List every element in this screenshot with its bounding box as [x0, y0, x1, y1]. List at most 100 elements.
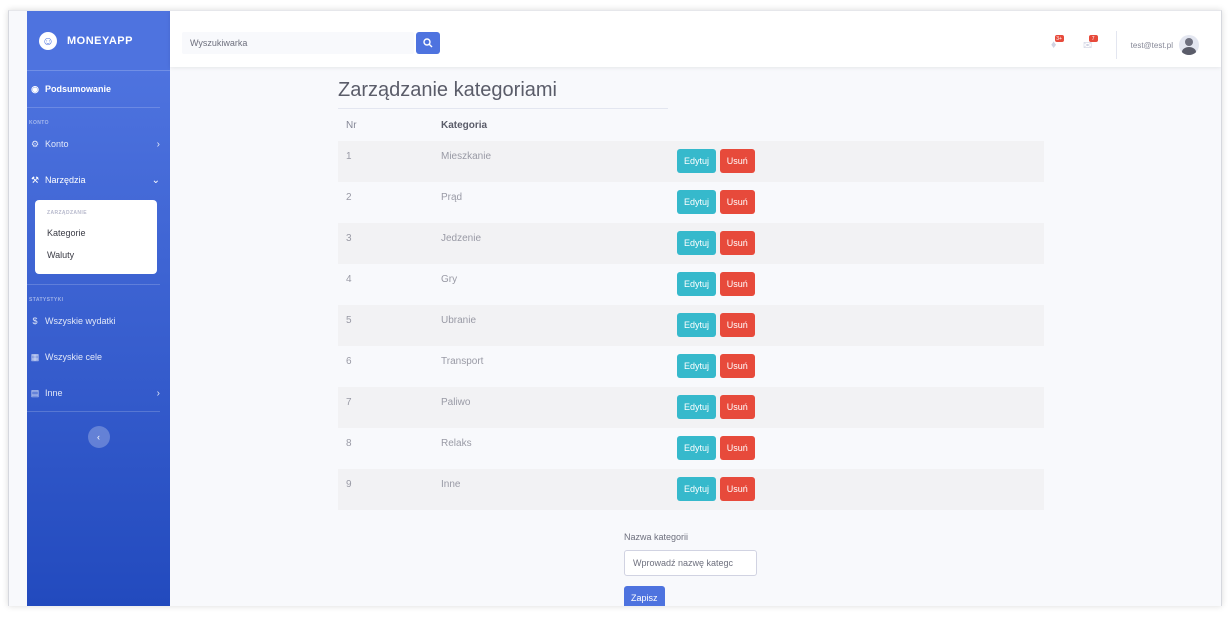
- delete-button[interactable]: Usuń: [719, 354, 755, 378]
- add-category-form: Nazwa kategorii Wprowadź nazwę kategc Za…: [624, 532, 757, 606]
- row-actions: Edytuj Usuń: [677, 469, 1044, 510]
- row-nr: 6: [346, 356, 352, 367]
- sidebar-heading-account: KONTO: [29, 120, 49, 126]
- sidebar-item-summary[interactable]: ◉ Podsumowanie: [27, 71, 170, 107]
- page-title: Zarządzanie kategoriami: [338, 79, 668, 109]
- delete-button[interactable]: Usuń: [719, 231, 755, 255]
- chevron-down-icon: ⌄: [151, 174, 160, 186]
- row-category-name: Inne: [441, 479, 461, 490]
- row-nr: 4: [346, 274, 352, 285]
- row-actions: Edytuj Usuń: [677, 305, 1044, 346]
- sidebar-item-other[interactable]: ▤ Inne ›: [27, 375, 170, 411]
- edit-button[interactable]: Edytuj: [677, 272, 717, 296]
- row-actions: Edytuj Usuń: [677, 387, 1044, 428]
- dashboard-icon: ◉: [31, 83, 39, 94]
- save-button[interactable]: Zapisz: [624, 586, 665, 606]
- sidebar-toggle-button[interactable]: ‹: [87, 426, 110, 448]
- row-category-name: Ubranie: [441, 315, 477, 326]
- category-name-input[interactable]: Wprowadź nazwę kategc: [624, 550, 757, 576]
- row-actions: Edytuj Usuń: [677, 182, 1044, 223]
- delete-button[interactable]: Usuń: [719, 272, 755, 296]
- chevron-right-icon: ›: [156, 387, 160, 399]
- delete-button[interactable]: Usuń: [719, 477, 755, 501]
- brand-name: MONEYAPP: [67, 34, 133, 47]
- submenu-heading: ZARZĄDZANIE: [47, 210, 87, 216]
- column-header-actions: [677, 109, 1044, 141]
- row-category-name: Gry: [441, 274, 458, 285]
- sidebar: ☺ MONEYAPP ◉ Podsumowanie KONTO ⚙ Konto …: [27, 11, 170, 606]
- delete-button[interactable]: Usuń: [719, 149, 755, 173]
- table-row: 8 Relaks Edytuj Usuń: [338, 428, 1044, 469]
- edit-button[interactable]: Edytuj: [677, 190, 717, 214]
- column-header-category: Kategoria: [441, 119, 488, 131]
- sidebar-item-label: Wszyskie cele: [45, 352, 103, 362]
- edit-button[interactable]: Edytuj: [677, 231, 717, 255]
- row-category-name: Prąd: [441, 192, 463, 203]
- row-actions: Edytuj Usuń: [677, 141, 1044, 182]
- sidebar-item-label: Podsumowanie: [45, 84, 112, 94]
- edit-button[interactable]: Edytuj: [677, 149, 717, 173]
- delete-button[interactable]: Usuń: [719, 190, 755, 214]
- row-category-name: Mieszkanie: [441, 151, 492, 162]
- messages-button[interactable]: ✉ 7: [1078, 35, 1098, 55]
- sidebar-item-all-expenses[interactable]: $ Wszyskie wydatki: [27, 303, 170, 339]
- category-name-label: Nazwa kategorii: [624, 532, 689, 542]
- edit-button[interactable]: Edytuj: [677, 477, 717, 501]
- search-icon: [423, 38, 433, 48]
- table-icon: ▦: [30, 351, 40, 362]
- search-button[interactable]: [416, 32, 440, 54]
- delete-button[interactable]: Usuń: [719, 395, 755, 419]
- submenu-item-categories[interactable]: Kategorie: [35, 222, 157, 244]
- table-row: 4 Gry Edytuj Usuń: [338, 264, 1044, 305]
- row-category-name: Transport: [441, 356, 484, 367]
- edit-button[interactable]: Edytuj: [677, 436, 717, 460]
- row-actions: Edytuj Usuń: [677, 428, 1044, 469]
- delete-button[interactable]: Usuń: [719, 436, 755, 460]
- messages-badge: 7: [1088, 35, 1098, 42]
- tools-submenu: ZARZĄDZANIE Kategorie Waluty: [35, 200, 157, 274]
- sidebar-divider: [27, 411, 160, 412]
- gear-icon: ⚙: [30, 138, 40, 149]
- submenu-item-currencies[interactable]: Waluty: [35, 244, 157, 266]
- alerts-button[interactable]: ♦ 3+: [1044, 35, 1064, 55]
- sidebar-item-label: Narzędzia: [45, 175, 86, 185]
- row-category-name: Paliwo: [441, 397, 471, 408]
- delete-button[interactable]: Usuń: [719, 313, 755, 337]
- wrench-icon: ⚒: [30, 174, 40, 185]
- row-category-name: Relaks: [441, 438, 472, 449]
- user-email[interactable]: test@test.pl: [1131, 41, 1173, 50]
- row-nr: 8: [346, 438, 352, 449]
- alerts-badge: 3+: [1054, 35, 1064, 42]
- main-content: Zarządzanie kategoriami Nr Kategoria 1 Mi…: [338, 79, 1044, 510]
- edit-button[interactable]: Edytuj: [677, 354, 717, 378]
- row-category-name: Jedzenie: [441, 233, 482, 244]
- table-row: 7 Paliwo Edytuj Usuń: [338, 387, 1044, 428]
- row-nr: 9: [346, 479, 352, 490]
- sidebar-item-label: Konto: [45, 139, 69, 149]
- chevron-right-icon: ›: [156, 138, 160, 150]
- table-body: 1 Mieszkanie Edytuj Usuń 2 Prąd Edytuj Usuń 3 J…: [338, 141, 1044, 510]
- table-row: 6 Transport Edytuj Usuń: [338, 346, 1044, 387]
- row-nr: 5: [346, 315, 352, 326]
- avatar[interactable]: [1179, 35, 1199, 55]
- table-row: 1 Mieszkanie Edytuj Usuń: [338, 141, 1044, 182]
- chevron-left-icon: ‹: [97, 432, 100, 442]
- row-nr: 3: [346, 233, 352, 244]
- categories-table: Nr Kategoria 1 Mieszkanie Edytuj Usuń 2 Prąd…: [338, 109, 1044, 510]
- table-row: 3 Jedzenie Edytuj Usuń: [338, 223, 1044, 264]
- brand[interactable]: ☺ MONEYAPP: [27, 11, 170, 71]
- table-header-row: Nr Kategoria: [338, 109, 1044, 141]
- row-actions: Edytuj Usuń: [677, 346, 1044, 387]
- search-input[interactable]: Wyszukiwarka: [182, 32, 414, 54]
- sidebar-item-tools[interactable]: ⚒ Narzędzia ⌄: [27, 162, 170, 198]
- table-row: 5 Ubranie Edytuj Usuń: [338, 305, 1044, 346]
- row-nr: 1: [346, 151, 352, 162]
- sidebar-item-account[interactable]: ⚙ Konto ›: [27, 126, 170, 162]
- row-nr: 7: [346, 397, 352, 408]
- row-actions: Edytuj Usuń: [677, 223, 1044, 264]
- topbar-right: ♦ 3+ ✉ 7 test@test.pl: [1044, 31, 1199, 59]
- edit-button[interactable]: Edytuj: [677, 395, 717, 419]
- table-row: 2 Prąd Edytuj Usuń: [338, 182, 1044, 223]
- edit-button[interactable]: Edytuj: [677, 313, 717, 337]
- sidebar-item-all-goals[interactable]: ▦ Wszyskie cele: [27, 339, 170, 375]
